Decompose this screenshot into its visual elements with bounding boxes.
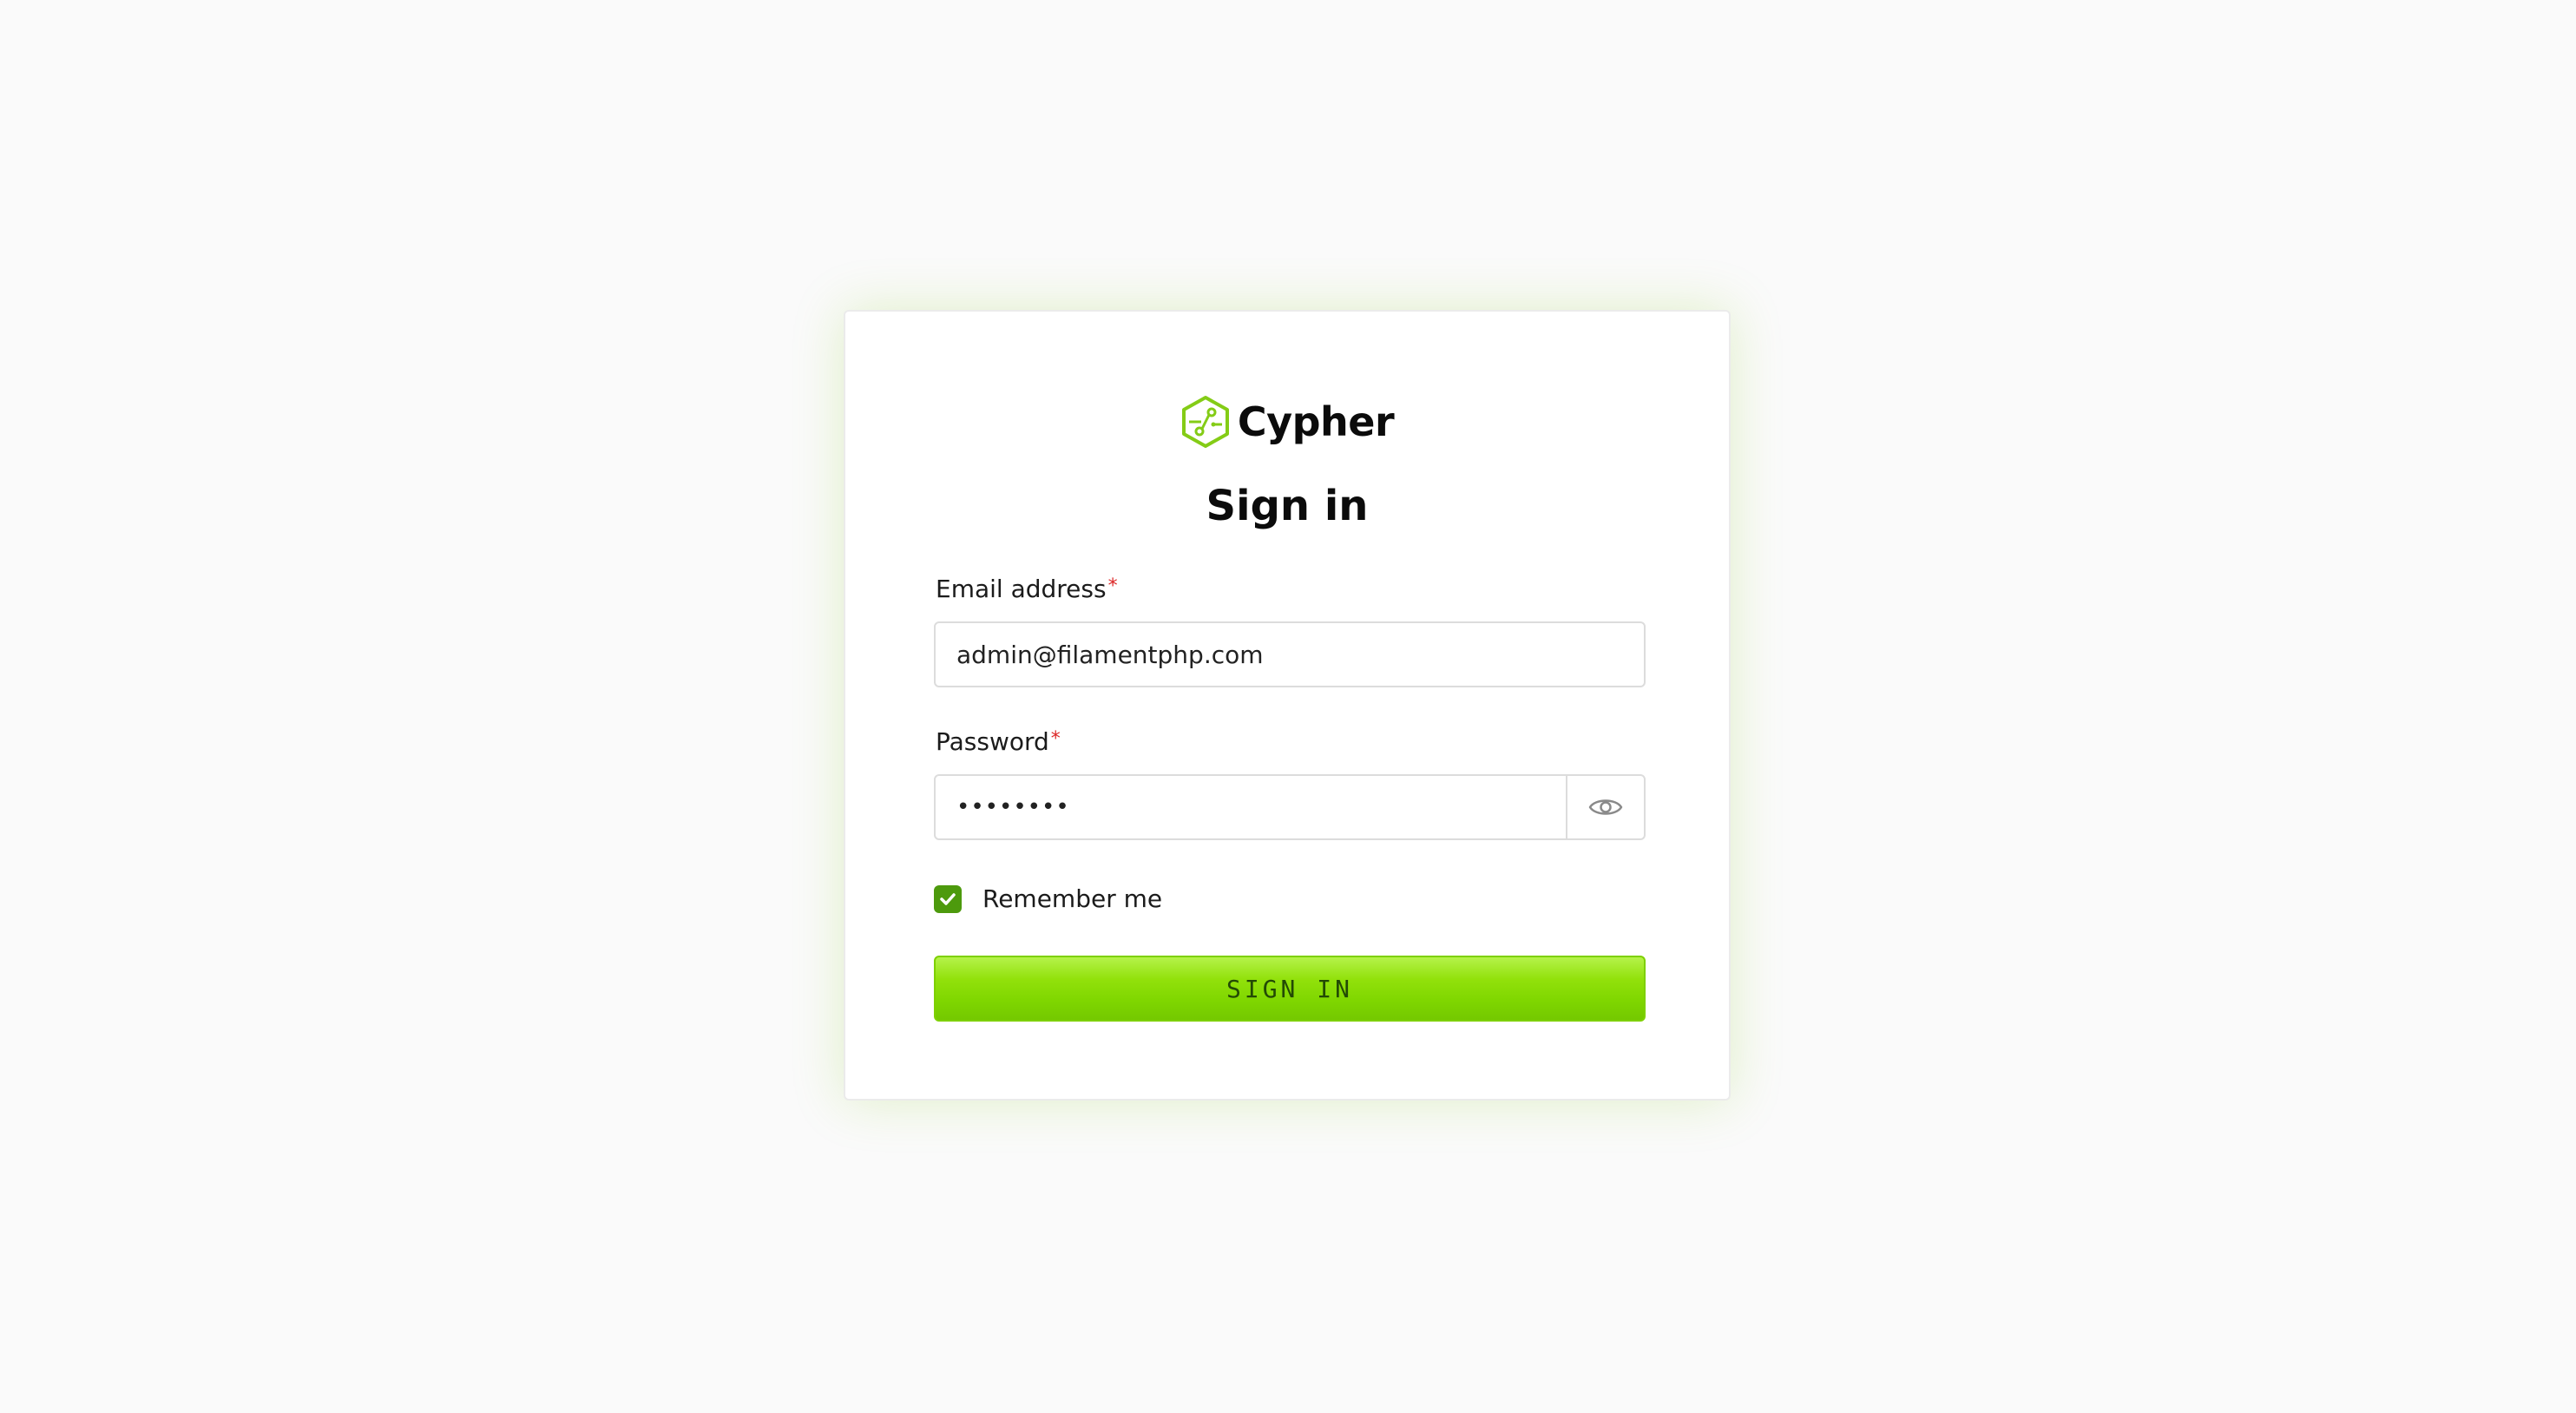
sign-in-button[interactable]: SIGN IN [934, 956, 1646, 1022]
eye-icon [1588, 799, 1623, 815]
password-label: Password* [936, 730, 1061, 754]
check-icon [940, 892, 956, 905]
page-title: Sign in [1206, 482, 1369, 530]
hexagon-circuit-icon [1181, 396, 1229, 448]
required-mark: * [1050, 728, 1061, 750]
email-field[interactable]: admin@filamentphp.com [934, 621, 1646, 687]
email-label: Email address* [936, 577, 1118, 601]
password-value: •••••••• [956, 794, 1070, 820]
email-value: admin@filamentphp.com [956, 640, 1264, 669]
remember-label: Remember me [982, 884, 1163, 913]
password-label-text: Password [936, 727, 1049, 756]
show-password-button[interactable] [1566, 776, 1644, 838]
required-mark: * [1107, 575, 1118, 597]
brand-name: Cypher [1237, 398, 1395, 445]
remember-me[interactable]: Remember me [934, 884, 1162, 913]
brand-logo: Cypher [845, 395, 1729, 449]
login-card: Cypher Sign in Email address* admin@fila… [844, 310, 1731, 1101]
password-field[interactable]: •••••••• [934, 774, 1646, 840]
remember-checkbox[interactable] [934, 884, 962, 913]
email-label-text: Email address [936, 575, 1107, 603]
